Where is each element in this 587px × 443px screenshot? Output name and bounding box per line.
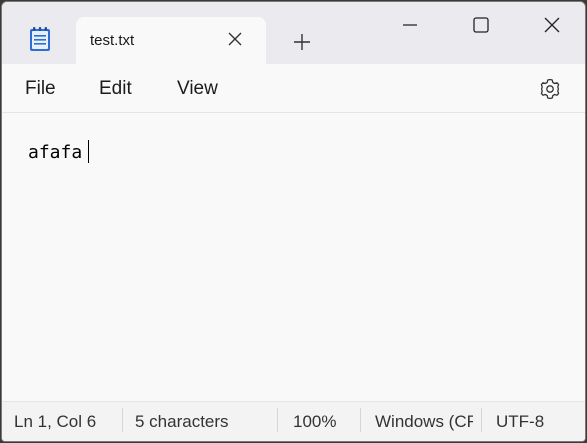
tab-title: test.txt [90,32,135,49]
status-cursor-position[interactable]: Ln 1, Col 6 [14,412,114,432]
text-caret [88,140,89,163]
minimize-icon[interactable] [387,7,433,43]
title-bar[interactable]: test.txt [2,2,585,64]
status-character-count: 5 characters [135,412,229,431]
status-divider [122,408,123,432]
status-encoding[interactable]: UTF-8 [496,412,566,432]
new-tab-plus-icon[interactable] [290,30,314,54]
tab-test-txt[interactable]: test.txt [76,17,266,64]
status-bar: Ln 1, Col 6 5 characters 100% Windows (C… [2,401,585,441]
notepad-icon [29,26,51,52]
menu-file[interactable]: File [25,78,56,100]
close-window-icon[interactable] [529,7,575,43]
maximize-icon[interactable] [458,7,504,43]
editor-content[interactable]: afafa [28,142,82,163]
status-divider [481,408,482,432]
status-divider [360,408,361,432]
status-line-ending[interactable]: Windows (CRLF) [375,412,473,432]
status-divider [277,408,278,432]
text-editor[interactable]: afafa [2,113,585,401]
menu-bar: File Edit View [2,64,585,113]
status-zoom[interactable]: 100% [293,412,348,432]
menu-edit[interactable]: Edit [99,78,132,100]
menu-view[interactable]: View [177,78,218,100]
settings-gear-icon[interactable] [537,76,563,102]
notepad-window: test.txt File Edit View afafa Ln 1, Col … [1,1,586,442]
tab-close-icon[interactable] [224,28,246,50]
